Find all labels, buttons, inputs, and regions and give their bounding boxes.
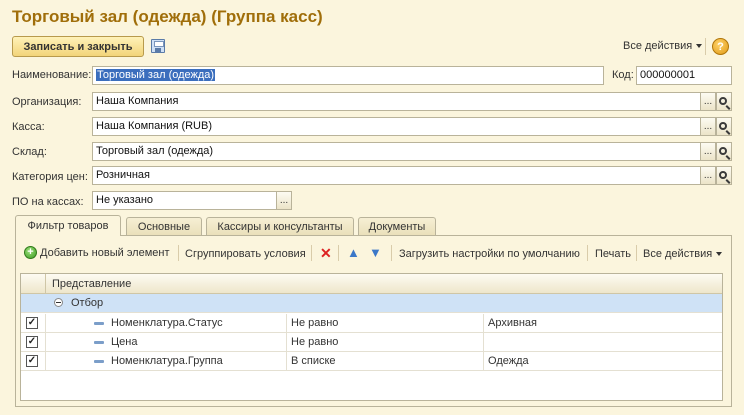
name-value: Торговый зал (одежда): [96, 69, 216, 81]
arrow-up-icon[interactable]: ▲: [347, 245, 360, 260]
add-icon: +: [24, 246, 37, 259]
row-field: Номенклатура.Группа: [111, 355, 223, 367]
row-condition: Не равно: [291, 336, 339, 348]
toolbar-divider: [178, 245, 179, 261]
group-row-label: Отбор: [71, 297, 104, 309]
organization-search-icon[interactable]: [716, 92, 732, 111]
software-field[interactable]: Не указано: [92, 191, 277, 210]
chevron-down-icon: [696, 44, 703, 49]
name-label: Наименование:: [12, 69, 92, 81]
code-label: Код:: [612, 69, 634, 81]
print-button[interactable]: Печать: [595, 248, 631, 260]
toolbar-divider: [636, 245, 637, 261]
save-and-close-button[interactable]: Записать и закрыть: [12, 36, 144, 57]
load-defaults-button[interactable]: Загрузить настройки по умолчанию: [399, 248, 580, 260]
toolbar-divider: [338, 245, 339, 261]
delete-icon[interactable]: ✕: [320, 245, 332, 262]
grid-header-check-column: [21, 274, 46, 294]
all-actions-menu[interactable]: Все действия: [623, 40, 703, 52]
condition-icon: [94, 360, 104, 363]
arrow-down-icon[interactable]: ▼: [369, 245, 382, 260]
row-checkbox[interactable]: ✓: [26, 355, 38, 367]
cash-field[interactable]: Наша Компания (RUB): [92, 117, 701, 136]
warehouse-select-button[interactable]: ...: [700, 142, 716, 161]
toolbar-divider: [705, 38, 706, 55]
condition-icon: [94, 322, 104, 325]
price-category-search-icon[interactable]: [716, 166, 732, 185]
price-category-label: Категория цен:: [12, 171, 88, 183]
row-checkbox[interactable]: ✓: [26, 336, 38, 348]
tab-cashiers[interactable]: Кассиры и консультанты: [206, 217, 354, 236]
help-icon[interactable]: ?: [712, 38, 729, 55]
group-conditions-button[interactable]: Сгруппировать условия: [185, 248, 306, 260]
cash-label: Касса:: [12, 121, 45, 133]
warehouse-field[interactable]: Торговый зал (одежда): [92, 142, 701, 161]
row-value: Одежда: [488, 355, 529, 367]
organization-field[interactable]: Наша Компания: [92, 92, 701, 111]
software-select-button[interactable]: ...: [276, 191, 292, 210]
add-new-element-button[interactable]: + Добавить новый элемент: [24, 246, 170, 259]
condition-icon: [94, 341, 104, 344]
group-row-filter[interactable]: Отбор: [21, 294, 722, 313]
name-field[interactable]: Торговый зал (одежда): [92, 66, 604, 85]
toolbar-divider: [587, 245, 588, 261]
tab-documents[interactable]: Документы: [358, 217, 436, 236]
organization-select-button[interactable]: ...: [700, 92, 716, 111]
page-title: Торговый зал (одежда) (Группа касс): [12, 7, 323, 26]
collapse-icon[interactable]: [54, 298, 63, 307]
cash-search-icon[interactable]: [716, 117, 732, 136]
save-icon[interactable]: [151, 39, 165, 53]
row-checkbox[interactable]: ✓: [26, 317, 38, 329]
row-value: Архивная: [488, 317, 537, 329]
add-new-element-label: Добавить новый элемент: [40, 246, 170, 259]
toolbar-divider: [311, 245, 312, 261]
row-field: Номенклатура.Статус: [111, 317, 223, 329]
code-field[interactable]: 000000001: [636, 66, 732, 85]
row-condition: В списке: [291, 355, 336, 367]
chevron-down-icon: [716, 252, 723, 256]
table-row[interactable]: ✓ Номенклатура.Статус Не равно Архивная: [21, 314, 722, 333]
table-row[interactable]: ✓ Номенклатура.Группа В списке Одежда: [21, 352, 722, 371]
organization-label: Организация:: [12, 96, 82, 108]
grid-header-representation: Представление: [52, 278, 132, 290]
price-category-field[interactable]: Розничная: [92, 166, 701, 185]
warehouse-search-icon[interactable]: [716, 142, 732, 161]
grid-header: Представление: [21, 274, 722, 294]
filter-grid: Представление Отбор ✓ Номенклатура.Стату…: [20, 273, 723, 401]
tab-main[interactable]: Основные: [126, 217, 202, 236]
row-condition: Не равно: [291, 317, 339, 329]
tab-product-filter[interactable]: Фильтр товаров: [15, 215, 121, 236]
price-category-select-button[interactable]: ...: [700, 166, 716, 185]
cash-select-button[interactable]: ...: [700, 117, 716, 136]
software-label: ПО на кассах:: [12, 196, 84, 208]
filter-all-actions-menu[interactable]: Все действия: [643, 248, 723, 260]
row-field: Цена: [111, 336, 138, 348]
filter-all-actions-label: Все действия: [643, 248, 713, 260]
toolbar-divider: [391, 245, 392, 261]
all-actions-label: Все действия: [623, 40, 693, 52]
table-row[interactable]: ✓ Цена Не равно: [21, 333, 722, 352]
warehouse-label: Склад:: [12, 146, 47, 158]
